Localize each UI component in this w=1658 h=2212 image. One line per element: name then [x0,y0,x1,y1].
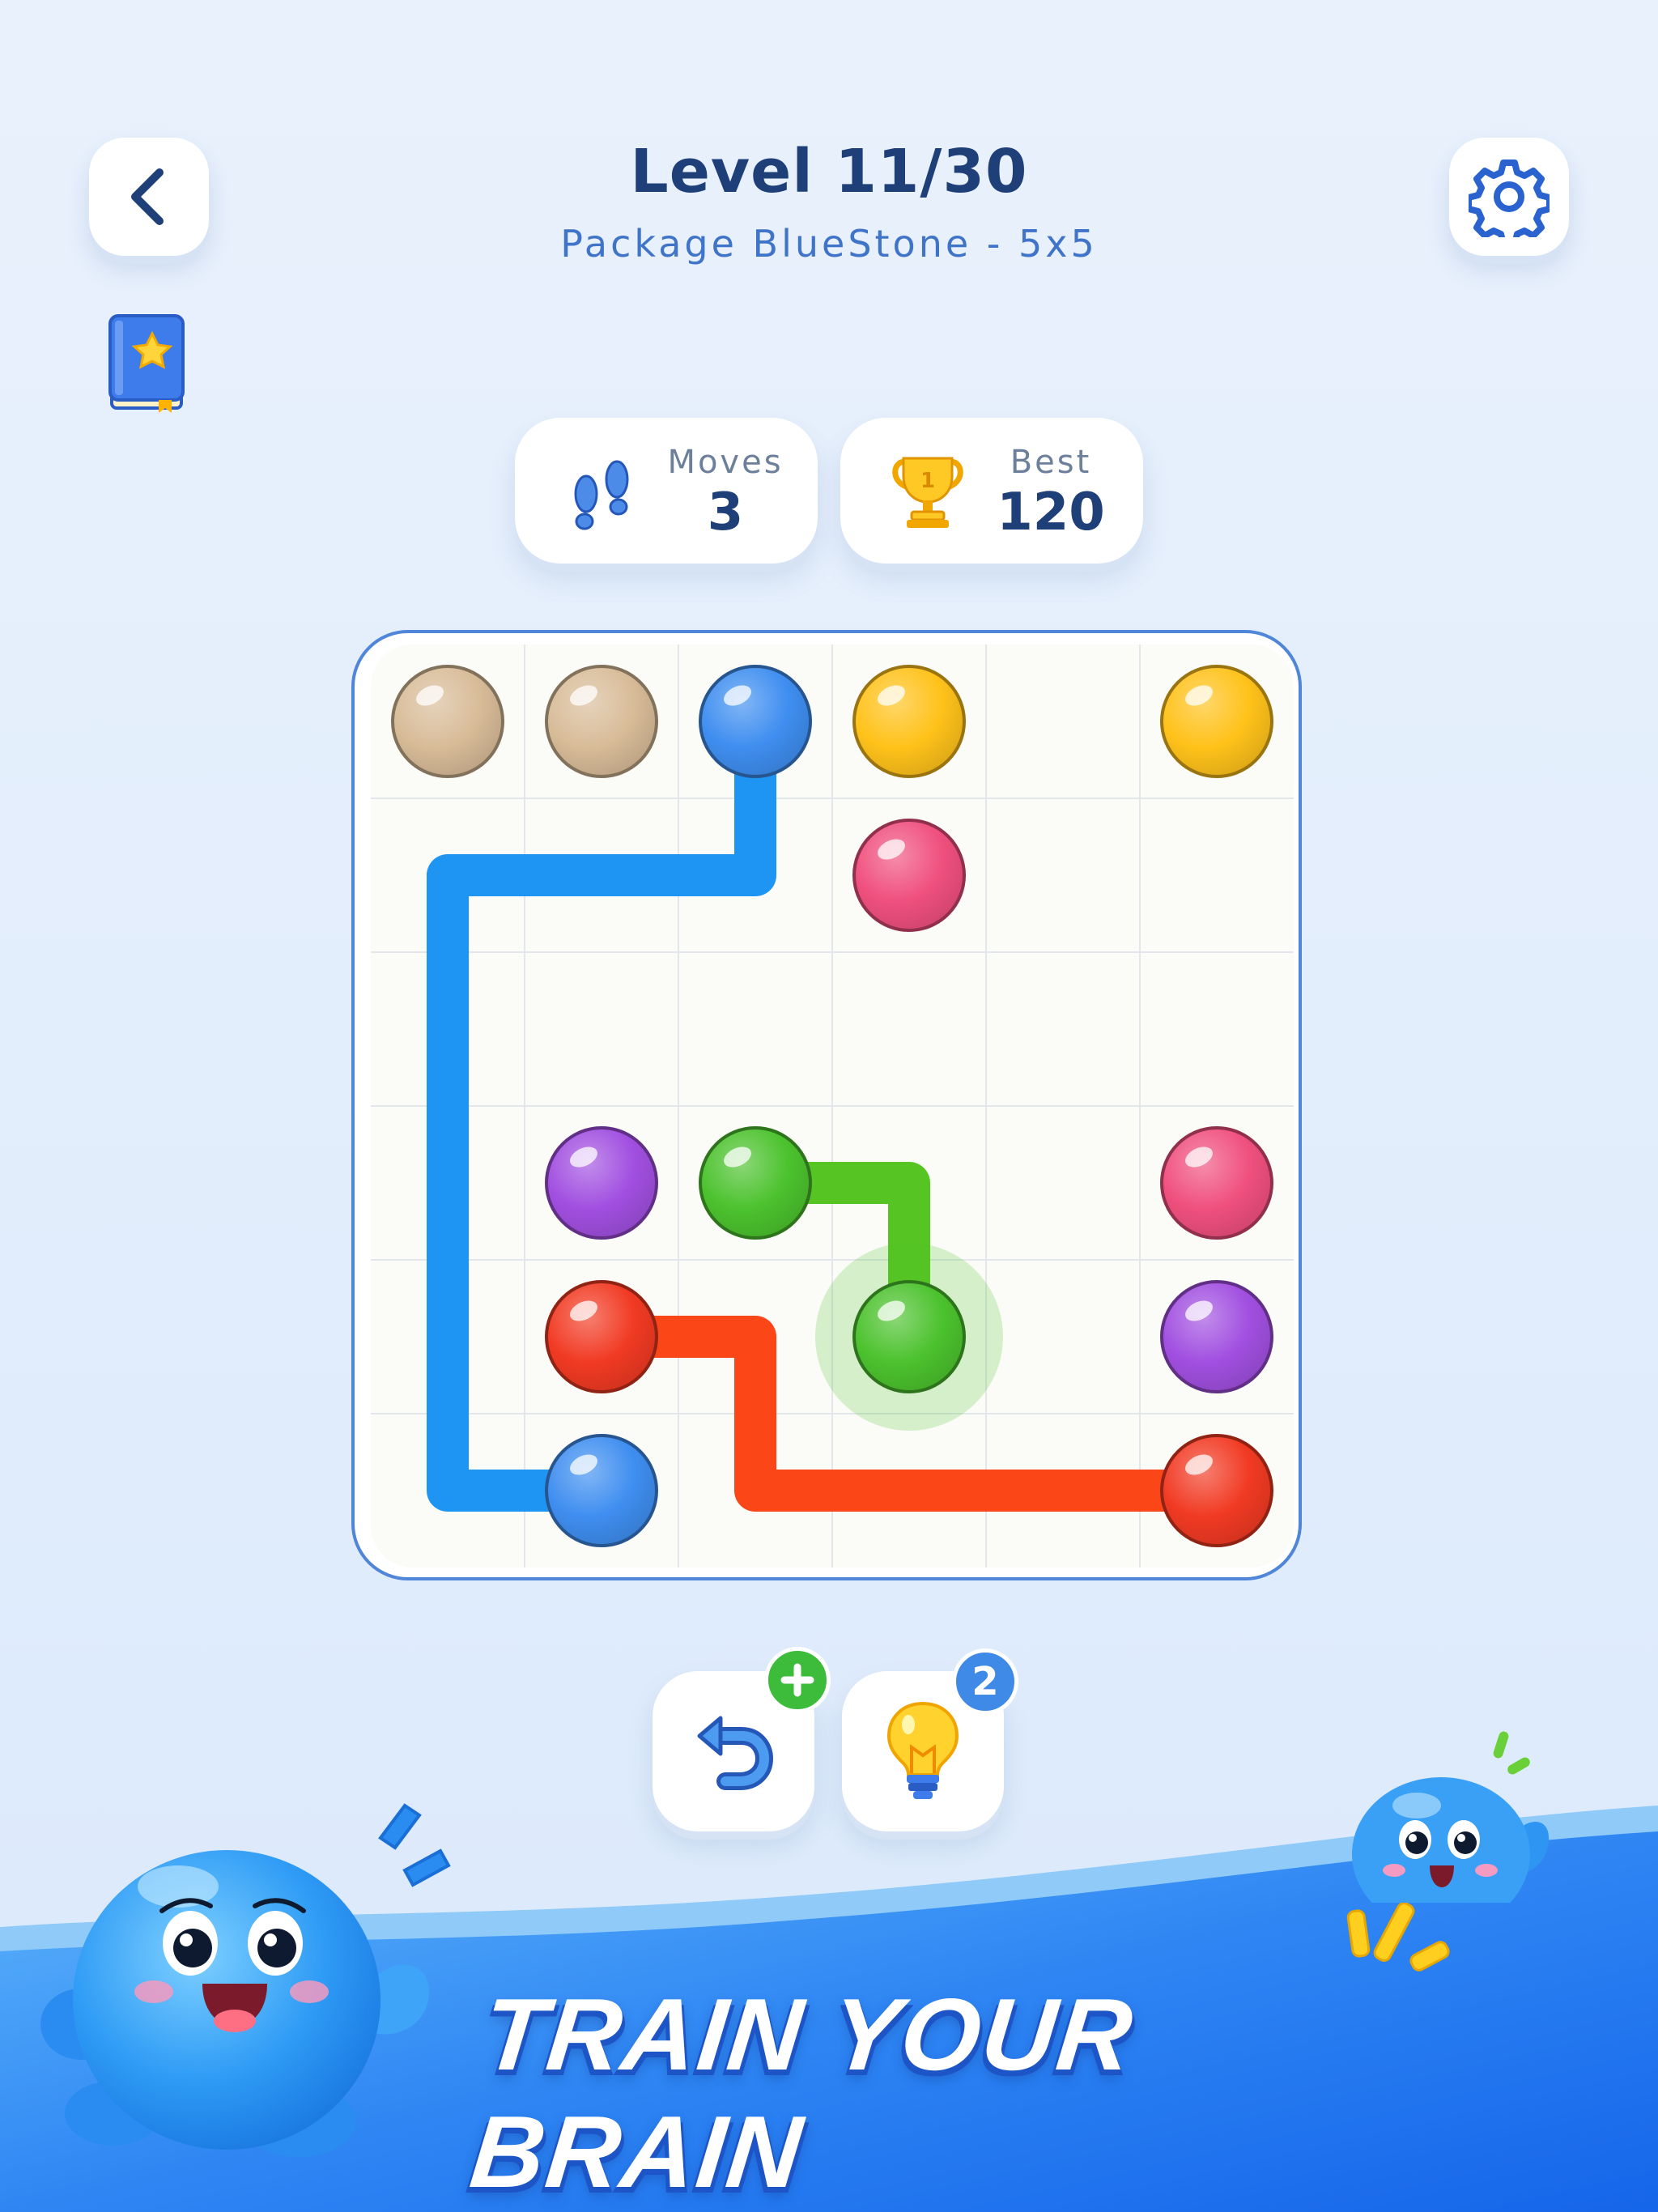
sparkle-icon [1346,1902,1450,1972]
dot-green [852,1280,966,1393]
game-board[interactable] [351,630,1302,1580]
moves-card: Moves 3 [515,418,818,564]
dot-red [545,1280,658,1393]
hint-count-badge: 2 [952,1648,1018,1715]
dot-yellow [852,665,966,778]
best-label: Best [1010,444,1092,481]
moves-label: Moves [667,444,784,481]
package-subtitle: Package BlueStone - 5x5 [560,222,1098,266]
book-star-icon[interactable] [107,313,188,413]
best-card: 1 Best 120 [840,418,1143,564]
dot-tan [545,665,658,778]
dot-pink [1160,1126,1273,1240]
dot-blue [699,665,812,778]
blue-blob-mascot [40,1803,451,2157]
dot-purple [545,1126,658,1240]
dot-blue [545,1434,658,1547]
level-title: Level 11/30 [630,137,1028,206]
trophy-icon: 1 [892,457,963,528]
plus-badge [764,1647,831,1713]
dot-purple [1160,1280,1273,1393]
small-blue-blob-mascot [1352,1731,1550,1903]
footprints-icon [574,460,629,530]
plus-icon [780,1663,814,1697]
svg-text:1: 1 [920,469,935,493]
best-value: 120 [997,483,1105,542]
moves-value: 3 [707,483,744,542]
dot-pink [852,819,966,932]
dot-yellow [1160,665,1273,778]
dot-tan [391,665,504,778]
dot-red [1160,1434,1273,1547]
gear-icon [1469,160,1550,237]
settings-button[interactable] [1449,138,1569,256]
dot-green [699,1126,812,1240]
level-header: Level 11/30 Package BlueStone - 5x5 [0,134,1658,268]
banner-text: TRAIN YOUR BRAIN [465,1977,1139,2209]
board-canvas[interactable] [355,633,1305,1584]
